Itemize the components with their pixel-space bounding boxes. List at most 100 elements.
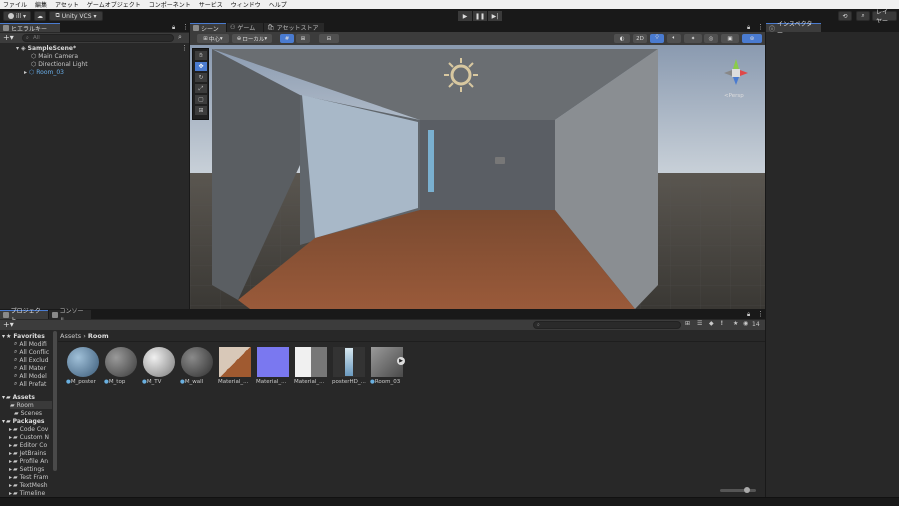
asset-item[interactable]: ●M_wall (180, 347, 214, 385)
zoom-slider[interactable] (720, 487, 756, 493)
asset-item[interactable]: ●M_top (104, 347, 138, 385)
favorite-item[interactable]: ⌕ All Exclud (14, 356, 49, 364)
assets-header[interactable]: ▾ ▰ Assets (2, 393, 35, 401)
hidden-count-icon[interactable]: ◉ (743, 320, 748, 327)
tab-scene[interactable]: シーン (190, 23, 226, 33)
packages-header[interactable]: ▾ ▰ Packages (2, 417, 44, 425)
cloud-button[interactable]: ☁ (34, 11, 46, 21)
snap-increment-button[interactable]: ⊞ (296, 34, 310, 43)
gizmos-dropdown[interactable]: ⊛ (742, 34, 762, 43)
asset-item[interactable]: Material_... (294, 347, 328, 385)
account-button[interactable]: ill ▾ (3, 11, 31, 21)
tree-item-main-camera[interactable]: ⬡ Main Camera (31, 52, 78, 60)
effects-dropdown[interactable]: ✦ (684, 34, 702, 43)
audio-toggle[interactable]: 🔈︎ (667, 34, 681, 43)
prefab-expand-icon[interactable]: ▶ (397, 357, 405, 365)
draw-mode-dropdown[interactable]: ◐ (614, 34, 630, 43)
play-button[interactable]: ▶ (458, 11, 472, 21)
package-item[interactable]: ▸ ▰ Settings (9, 465, 44, 473)
pivot-toggle[interactable]: ⊞ 中心 ▾ (197, 34, 229, 43)
favorites-header[interactable]: ▾ ★ Favorites (2, 332, 45, 340)
tree-item-directional-light[interactable]: ⬡ Directional Light (31, 60, 88, 68)
kebab-menu-icon[interactable]: ⋮ (181, 44, 188, 52)
scale-tool-button[interactable]: ⤢ (195, 84, 207, 93)
rect-tool-button[interactable]: ▢ (195, 95, 207, 104)
star-icon[interactable]: ★ (733, 320, 738, 327)
asset-item[interactable]: posterHD_... (332, 347, 366, 385)
scene-viewport[interactable]: <Persp (190, 45, 765, 309)
menu-assets[interactable]: アセット (55, 0, 79, 9)
lock-icon[interactable]: 🔒︎ (747, 24, 750, 32)
tab-hierarchy[interactable]: ヒエラルキー (0, 23, 60, 33)
kebab-menu-icon[interactable]: ⋮ (757, 23, 764, 31)
toggle-2d-button[interactable]: 2D (633, 34, 647, 43)
persp-label[interactable]: <Persp (724, 93, 744, 99)
transform-tool-button[interactable]: ⊞ (195, 106, 207, 115)
asset-item[interactable]: Material_... (218, 347, 252, 385)
lock-icon[interactable]: 🔒︎ (747, 311, 750, 319)
package-item[interactable]: ▸ ▰ Test Fram (9, 473, 48, 481)
search-by-type-icon[interactable]: ⊞ (685, 320, 690, 327)
tree-item-room[interactable]: ▸ ⬡ Room_03 (24, 68, 64, 76)
vcs-button[interactable]: ⧉ Unity VCS ▾ (49, 11, 103, 21)
folder-item-room[interactable]: ▰ Room (10, 401, 52, 409)
error-filter-icon[interactable]: ❗︎ (721, 320, 723, 328)
package-item[interactable]: ▸ ▰ JetBrains (9, 449, 46, 457)
menu-help[interactable]: ヘルプ (269, 0, 287, 9)
asset-item[interactable]: ●M_poster (66, 347, 100, 385)
step-button[interactable]: ▶| (488, 11, 502, 21)
menu-gameobject[interactable]: ゲームオブジェクト (87, 0, 141, 9)
camera-settings-dropdown[interactable]: ▣ (721, 34, 739, 43)
expand-arrow-icon[interactable]: ▸ (24, 69, 27, 76)
menu-file[interactable]: ファイル (3, 0, 27, 9)
menu-edit[interactable]: 編集 (35, 0, 47, 9)
package-item[interactable]: ▸ ▰ Custom N (9, 433, 49, 441)
breadcrumb-room[interactable]: Room (88, 332, 109, 340)
package-item[interactable]: ▸ ▰ Editor Co (9, 441, 47, 449)
move-tool-button[interactable]: ✥ (195, 62, 207, 71)
search-button[interactable]: ⌕ (856, 11, 870, 21)
package-item[interactable]: ▸ ▰ Profile An (9, 457, 48, 465)
folder-item-scenes[interactable]: ▰ Scenes (14, 409, 42, 417)
hierarchy-search-input[interactable]: ⌕ All (22, 34, 174, 42)
space-toggle[interactable]: ⊕ ローカル ▾ (232, 34, 272, 43)
favorite-item[interactable]: ⌕ All Modifi (14, 340, 47, 348)
increment-snap-button[interactable]: ⊟ (319, 34, 339, 43)
hand-tool-button[interactable]: ✋︎ (195, 51, 207, 60)
favorite-item[interactable]: ⌕ All Mater (14, 364, 46, 372)
expand-arrow-icon[interactable]: ▾ (16, 45, 19, 52)
tab-game[interactable]: ⚇ ゲーム (227, 23, 263, 32)
package-item[interactable]: ▸ ▰ Code Cov (9, 425, 48, 433)
asset-item[interactable]: Material_... (256, 347, 290, 385)
label-icon[interactable]: ◆ (709, 320, 714, 327)
grid-snap-toggle[interactable]: # (280, 34, 294, 43)
breadcrumb-assets[interactable]: Assets (60, 332, 81, 340)
kebab-menu-icon[interactable]: ⋮ (757, 310, 764, 318)
favorite-item[interactable]: ⌕ All Conflic (14, 348, 49, 356)
asset-item[interactable]: ●Room_03 (370, 347, 404, 385)
add-icon[interactable]: +▾ (3, 320, 14, 329)
tree-scrollbar[interactable] (53, 331, 57, 471)
tab-asset-store[interactable]: 🛍︎ アセットストア (264, 23, 324, 32)
package-item[interactable]: ▸ ▰ Timeline (9, 489, 45, 497)
search-options-icon[interactable]: ⌕ (178, 33, 182, 42)
kebab-menu-icon[interactable]: ⋮ (182, 23, 189, 31)
package-item[interactable]: ▸ ▰ TextMesh (9, 481, 48, 489)
hidden-objects-toggle[interactable]: ◎ (704, 34, 718, 43)
rotate-tool-button[interactable]: ↻ (195, 73, 207, 82)
lighting-toggle[interactable]: 💡︎ (650, 34, 664, 43)
tab-inspector[interactable]: ⓘ インスペクター (766, 21, 821, 37)
layers-dropdown[interactable]: レイヤー (872, 9, 897, 25)
tab-console[interactable]: コンソール (49, 308, 91, 324)
favorite-item[interactable]: ⌕ All Model (14, 372, 47, 380)
lock-icon[interactable]: 🔒︎ (172, 24, 175, 32)
tree-item-scene[interactable]: ▾ ◈ SampleScene* (16, 44, 76, 52)
filter-icon[interactable]: ☰ (697, 320, 702, 327)
zoom-slider-handle[interactable] (744, 487, 750, 493)
menu-services[interactable]: サービス (199, 0, 223, 9)
asset-item[interactable]: ●M_TV (142, 347, 176, 385)
add-icon[interactable]: +▾ (3, 33, 14, 42)
pause-button[interactable]: ❚❚ (473, 11, 487, 21)
favorite-item[interactable]: ⌕ All Prefat (14, 380, 46, 388)
menu-window[interactable]: ウィンドウ (231, 0, 261, 9)
